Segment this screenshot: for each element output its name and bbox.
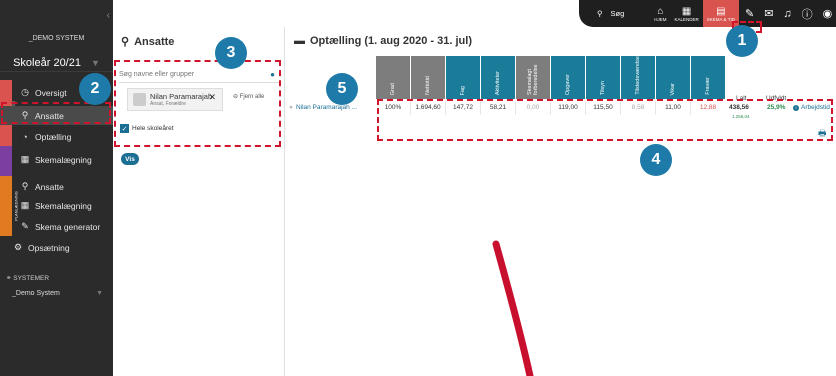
calendar-button[interactable]: ▦ KALENDER — [671, 0, 703, 27]
demo-system-label: _Demo System — [12, 290, 60, 297]
monitor-icon: ▬ — [294, 35, 305, 47]
top-bar: ⚲ Søg ⌂ HJEM ▦ KALENDER ▤ SKEMA & TID ✎ … — [579, 0, 836, 27]
brush-icon[interactable]: ✎ — [745, 7, 754, 20]
col-label: Nettotid — [425, 76, 431, 95]
sidebar-item-ansatte-2[interactable]: ⚲ Ansatte — [0, 177, 113, 196]
annotation-red-stroke — [492, 240, 534, 376]
home-icon: ⌂ — [657, 5, 664, 17]
sidebar-item-label: Skemalægning — [35, 200, 92, 211]
col-label: Tilstedeværelse — [635, 56, 641, 95]
mail-icon[interactable]: ✉ — [764, 7, 773, 20]
col-tilsyn: Tilsyn — [586, 56, 620, 99]
highlight-box-4 — [377, 99, 833, 141]
systems-header-label: SYSTEMER — [13, 275, 50, 282]
sidebar-item-opsaetning[interactable]: ⚙ Opsætning — [0, 238, 113, 257]
col-opgaver: Opgaver — [551, 56, 585, 99]
clock-icon: ◔ — [22, 131, 28, 142]
system-name: _DEMO SYSTEM — [28, 35, 85, 42]
sidebar: ‹ _DEMO SYSTEM Skoleår 20/21 ▼ PERSONALE… — [0, 0, 113, 376]
annotation-badge-3: 3 — [215, 37, 247, 69]
col-label: Fravær — [705, 77, 711, 95]
help-icon[interactable]: ⓘ — [802, 6, 813, 22]
col-label: Fag — [460, 85, 466, 95]
col-fravaer: Fravær — [691, 56, 725, 99]
sidebar-item-label: Skemalægning — [35, 154, 92, 165]
dashboard-icon: ◷ — [21, 87, 29, 97]
person-icon: ● — [289, 104, 293, 111]
search-button[interactable]: ⚲ Søg — [597, 9, 624, 18]
annotation-badge-4: 4 — [640, 144, 672, 176]
sidebar-item-label: Oversigt — [35, 87, 67, 98]
annotation-badge-2: 2 — [79, 73, 111, 105]
sidebar-item-label: Skema generator — [35, 221, 101, 232]
schedule-icon: ▤ — [716, 5, 726, 17]
sidebar-item-label: Ansatte — [35, 181, 64, 192]
employees-title-label: Ansatte — [134, 35, 175, 48]
employee-row-label: Nilan Paramarajah ... — [295, 104, 357, 111]
count-title-label: Optælling (1. aug 2020 - 31. jul) — [310, 35, 472, 47]
employee-row-name[interactable]: ● Nilan Paramarajah ... — [289, 104, 357, 111]
col-vikar: Vikar — [656, 56, 690, 99]
demo-system-selector[interactable]: _Demo System ▼ — [12, 290, 103, 297]
school-year-label: Skoleår 20/21 — [13, 56, 81, 69]
col-label: Aktiviteter — [495, 70, 501, 95]
col-nettotid: Nettotid — [411, 56, 445, 99]
calendar-icon: ▦ — [20, 154, 30, 164]
count-title: ▬ Optælling (1. aug 2020 - 31. jul) — [294, 35, 472, 47]
home-button[interactable]: ⌂ HJEM — [650, 0, 670, 27]
search-label: Søg — [610, 9, 625, 18]
employees-title: ⚲ Ansatte — [121, 35, 175, 49]
calendar-label: KALENDER — [674, 16, 699, 22]
gear-icon: ⚙ — [13, 242, 23, 252]
col-label: Skemalagt forberedelse — [527, 64, 539, 95]
people-icon: ⚲ — [121, 36, 130, 48]
col-label: Grad — [390, 82, 396, 95]
sidebar-item-skema-generator[interactable]: ✎ Skema generator — [0, 217, 113, 236]
col-fag: Fag — [446, 56, 480, 99]
sidebar-item-label: Opsætning — [28, 242, 70, 253]
show-button[interactable]: Vis — [121, 153, 139, 165]
user-icon[interactable]: ◉ — [823, 7, 833, 20]
link-icon: ⚭ — [6, 275, 12, 282]
school-year-selector[interactable]: Skoleår 20/21 ▼ — [0, 54, 113, 72]
sidebar-item-label: Optælling — [35, 131, 72, 142]
col-skemalagt-forberedelse: Skemalagt forberedelse — [516, 56, 550, 99]
sidebar-item-skemalaegning-2[interactable]: ▦ Skemalægning — [0, 196, 113, 215]
annotation-badge-5: 5 — [326, 73, 358, 105]
calendar-icon: ▦ — [20, 200, 30, 210]
bell-icon[interactable]: ♫ — [783, 8, 791, 20]
annotation-badge-1: 1 — [726, 25, 758, 57]
search-icon: ⚲ — [597, 9, 603, 18]
collapse-icon[interactable]: ‹ — [107, 10, 110, 21]
wand-icon: ✎ — [21, 221, 29, 231]
chevron-down-icon: ▼ — [96, 290, 103, 297]
schedule-label: SKEMA & TID — [706, 16, 735, 22]
highlight-box-3 — [114, 60, 281, 147]
highlight-box-2 — [1, 102, 111, 124]
col-tilstedevaerelse: Tilstedeværelse — [621, 56, 655, 99]
col-label: Vikar — [670, 82, 676, 95]
home-label: HJEM — [654, 16, 667, 22]
col-label: Opgaver — [565, 73, 571, 95]
col-grad: Grad — [376, 56, 410, 99]
systems-header: ⚭ SYSTEMER — [6, 274, 49, 282]
people-icon: ⚲ — [21, 181, 29, 191]
calendar-icon: ▦ — [681, 5, 692, 17]
sidebar-item-skemalaegning[interactable]: ▦ Skemalægning — [0, 150, 113, 169]
chevron-down-icon: ▼ — [90, 57, 100, 68]
sidebar-item-optaelling[interactable]: ◔ Optælling — [0, 127, 113, 146]
col-label: Tilsyn — [600, 80, 606, 95]
col-aktiviteter: Aktiviteter — [481, 56, 515, 99]
